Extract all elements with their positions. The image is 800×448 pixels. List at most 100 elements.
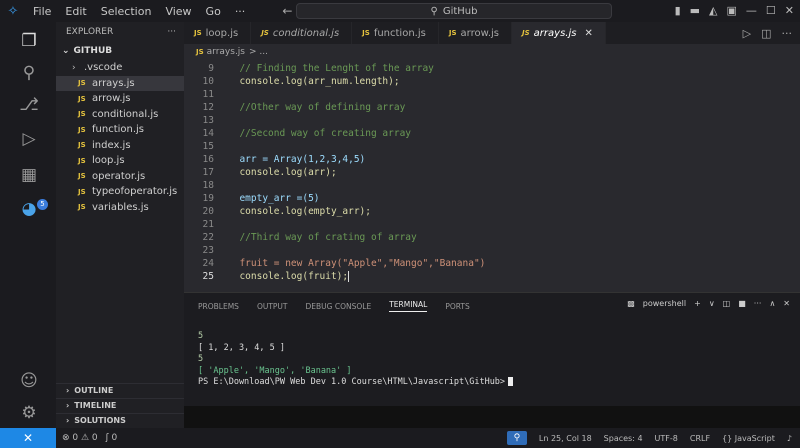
- zoom-search-icon[interactable]: ⚲: [506, 431, 527, 445]
- account-icon[interactable]: ☺: [18, 370, 40, 392]
- close-window-button[interactable]: ✕: [785, 4, 794, 17]
- end-of-line[interactable]: CRLF: [690, 434, 710, 443]
- problems-indicator[interactable]: ⊗ 0 ⚠ 0: [62, 433, 98, 443]
- command-center-search[interactable]: ⚲ GitHub: [296, 3, 612, 19]
- trash-icon[interactable]: ■: [738, 299, 746, 308]
- explorer-more-icon[interactable]: ···: [167, 27, 176, 37]
- folder-label: GITHUB: [73, 46, 113, 56]
- sidebar-item-label: .vscode: [84, 62, 123, 74]
- sidebar-item-arrays[interactable]: JS arrays.js: [56, 75, 184, 91]
- code-line: 13: [184, 114, 228, 127]
- line-number: 24: [202, 258, 214, 269]
- tab-terminal[interactable]: TERMINAL: [389, 300, 428, 312]
- editor-actions: ▷ ◫ ···: [743, 22, 800, 44]
- line-number: 14: [202, 128, 214, 139]
- more-actions-icon[interactable]: ···: [782, 27, 793, 40]
- search-text: GitHub: [442, 5, 478, 17]
- settings-gear-icon[interactable]: ⚙: [18, 402, 40, 424]
- terminal-line: 5: [198, 354, 204, 364]
- js-file-icon: JS: [78, 141, 86, 150]
- remote-indicator-icon[interactable]: ✕: [0, 428, 56, 448]
- explorer-files-icon[interactable]: ❐: [18, 30, 40, 52]
- run-debug-icon[interactable]: ▷: [18, 128, 40, 150]
- line-code: //Third way of crating of array: [228, 232, 417, 243]
- chevron-down-icon[interactable]: ∨: [709, 299, 715, 308]
- tab-conditional[interactable]: JS conditional.js: [251, 22, 353, 44]
- encoding[interactable]: UTF-8: [655, 434, 678, 443]
- outline-section[interactable]: › OUTLINE: [56, 383, 184, 397]
- status-right: ⚲ Ln 25, Col 18 Spaces: 4 UTF-8 CRLF {} …: [506, 428, 792, 448]
- code-line: 22 //Third way of crating of array: [184, 231, 417, 244]
- js-file-icon: JS: [78, 187, 86, 196]
- tab-output[interactable]: OUTPUT: [257, 302, 288, 311]
- tab-arrays[interactable]: JS arrays.js ✕: [512, 22, 606, 44]
- cursor-position[interactable]: Ln 25, Col 18: [539, 434, 592, 443]
- minimize-button[interactable]: —: [746, 4, 757, 17]
- maximize-panel-icon[interactable]: ∧: [769, 299, 775, 308]
- sidebar-item-arrow[interactable]: JS arrow.js: [56, 91, 184, 107]
- menu-more[interactable]: ···: [228, 5, 253, 18]
- code-editor[interactable]: 9 // Finding the Lenght of the array 10 …: [184, 59, 800, 292]
- breadcrumb-file[interactable]: arrays.js: [207, 47, 245, 57]
- menu-view[interactable]: View: [158, 5, 198, 18]
- close-panel-icon[interactable]: ✕: [783, 299, 790, 308]
- code-line: 20 console.log(empty_arr);: [184, 205, 371, 218]
- menu-edit[interactable]: Edit: [58, 5, 93, 18]
- menu-selection[interactable]: Selection: [94, 5, 159, 18]
- sidebar-item-conditional[interactable]: JS conditional.js: [56, 107, 184, 123]
- language-mode[interactable]: {} JavaScript: [722, 434, 775, 443]
- sidebar-item-loop[interactable]: JS loop.js: [56, 153, 184, 169]
- menu-file[interactable]: File: [26, 5, 58, 18]
- ports-indicator[interactable]: ʃ 0: [106, 433, 118, 443]
- tab-debug-console[interactable]: DEBUG CONSOLE: [306, 302, 372, 311]
- extensions-icon[interactable]: ▦: [18, 164, 40, 186]
- tab-arrow[interactable]: JS arrow.js: [439, 22, 513, 44]
- sidebar-item-index[interactable]: JS index.js: [56, 138, 184, 154]
- solutions-section[interactable]: › SOLUTIONS: [56, 413, 184, 427]
- sidebar-item-typeofoperator[interactable]: JS typeofoperator.js: [56, 184, 184, 200]
- sidebar-item-vscode[interactable]: › .vscode: [56, 60, 184, 76]
- js-file-icon: JS: [78, 203, 86, 212]
- toggle-secondary-sidebar-icon[interactable]: ◭: [709, 4, 717, 17]
- terminal-output[interactable]: 5 [ 1, 2, 3, 4, 5 ] 5 [ 'Apple', 'Mango'…: [198, 331, 514, 389]
- source-control-icon[interactable]: ⎇: [18, 94, 40, 116]
- sidebar-item-operator[interactable]: JS operator.js: [56, 169, 184, 185]
- toggle-panel-icon[interactable]: ▬: [690, 4, 700, 17]
- title-bar: ✧ File Edit Selection View Go ··· ← → ⚲ …: [0, 0, 800, 22]
- vscode-logo-icon: ✧: [7, 3, 19, 19]
- tab-problems[interactable]: PROBLEMS: [198, 302, 239, 311]
- customize-layout-icon[interactable]: ▣: [727, 4, 737, 17]
- sidebar-item-function[interactable]: JS function.js: [56, 122, 184, 138]
- split-terminal-icon[interactable]: ◫: [723, 299, 731, 308]
- indentation[interactable]: Spaces: 4: [604, 434, 643, 443]
- js-file-icon: JS: [448, 29, 457, 37]
- text-cursor: [348, 271, 350, 282]
- menu-go[interactable]: Go: [199, 5, 228, 18]
- close-tab-icon[interactable]: ✕: [584, 28, 592, 39]
- shell-name[interactable]: powershell: [643, 299, 686, 308]
- edge-browser-icon[interactable]: ◕: [18, 198, 40, 220]
- line-number: 9: [208, 63, 214, 74]
- notifications-bell-icon[interactable]: ♪: [787, 434, 792, 443]
- workspace-folder[interactable]: ⌄ GITHUB: [56, 42, 184, 60]
- line-number: 25: [202, 271, 214, 282]
- maximize-button[interactable]: ☐: [766, 4, 776, 17]
- line-number: 15: [202, 141, 214, 152]
- split-editor-icon[interactable]: ◫: [761, 27, 771, 40]
- tab-loop[interactable]: JS loop.js: [184, 22, 252, 44]
- timeline-section[interactable]: › TIMELINE: [56, 398, 184, 412]
- js-file-icon: JS: [522, 29, 530, 37]
- sidebar-item-label: conditional.js: [92, 108, 159, 120]
- more-icon[interactable]: ···: [754, 299, 762, 308]
- back-arrow-icon[interactable]: ←: [282, 4, 292, 18]
- run-icon[interactable]: ▷: [743, 27, 751, 40]
- tab-ports[interactable]: PORTS: [445, 302, 469, 311]
- explorer-sidebar: EXPLORER ··· ⌄ GITHUB › .vscode JS array…: [56, 22, 184, 428]
- tab-function[interactable]: JS function.js: [352, 22, 439, 44]
- line-code: console.log(fruit);: [228, 271, 349, 282]
- new-terminal-icon[interactable]: +: [694, 299, 701, 308]
- toggle-primary-sidebar-icon[interactable]: ▮: [675, 4, 681, 17]
- search-icon[interactable]: ⚲: [18, 62, 40, 84]
- explorer-title: EXPLORER: [66, 27, 114, 37]
- sidebar-item-variables[interactable]: JS variables.js: [56, 200, 184, 216]
